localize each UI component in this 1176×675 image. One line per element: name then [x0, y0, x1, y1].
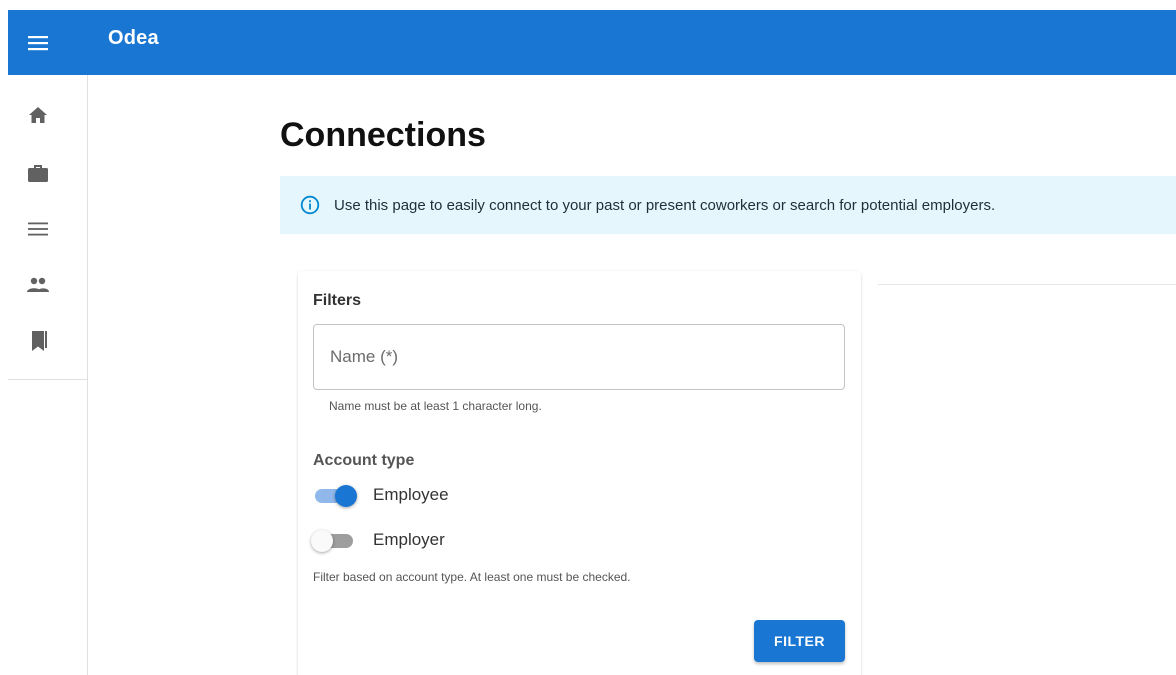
page-title: Connections: [280, 116, 486, 154]
page: Odea Connections Use this page to easily…: [0, 0, 1176, 675]
account-type-helper-text: Filter based on account type. At least o…: [313, 570, 631, 584]
nav-rail: [8, 75, 88, 675]
nav-item-jobs[interactable]: [8, 153, 68, 193]
nav-item-home[interactable]: [8, 95, 68, 135]
filter-button[interactable]: FILTER: [754, 620, 845, 662]
name-input[interactable]: [314, 347, 844, 367]
employer-toggle[interactable]: [311, 528, 363, 552]
app-bar: Odea: [8, 10, 1176, 75]
people-icon: [27, 277, 49, 292]
info-alert-text: Use this page to easily connect to your …: [334, 196, 996, 214]
app-title: Odea: [108, 27, 159, 49]
employee-toggle[interactable]: [313, 483, 363, 507]
info-icon: [300, 195, 320, 215]
nav-item-bookmarks[interactable]: [8, 321, 68, 361]
employer-switch-row[interactable]: Employer: [311, 525, 445, 555]
employer-label: Employer: [373, 530, 445, 549]
home-icon: [29, 107, 47, 123]
list-icon: [28, 222, 48, 236]
info-alert: Use this page to easily connect to your …: [280, 176, 1176, 234]
employee-label: Employee: [373, 485, 449, 504]
toggle-thumb: [311, 530, 333, 552]
employee-switch-row[interactable]: Employee: [313, 480, 449, 510]
filters-title: Filters: [313, 292, 362, 309]
account-type-title: Account type: [313, 452, 415, 469]
menu-button[interactable]: [8, 13, 68, 73]
nav-item-connections[interactable]: [8, 265, 68, 305]
name-field[interactable]: [313, 324, 845, 390]
bookmarks-icon: [32, 331, 47, 351]
divider: [878, 284, 1176, 285]
name-helper-text: Name must be at least 1 character long.: [329, 399, 542, 413]
briefcase-icon: [28, 165, 48, 182]
hamburger-menu-icon: [28, 35, 48, 50]
nav-item-list[interactable]: [8, 209, 68, 249]
filters-card: Filters Name must be at least 1 characte…: [298, 271, 861, 675]
toggle-thumb: [335, 485, 357, 507]
